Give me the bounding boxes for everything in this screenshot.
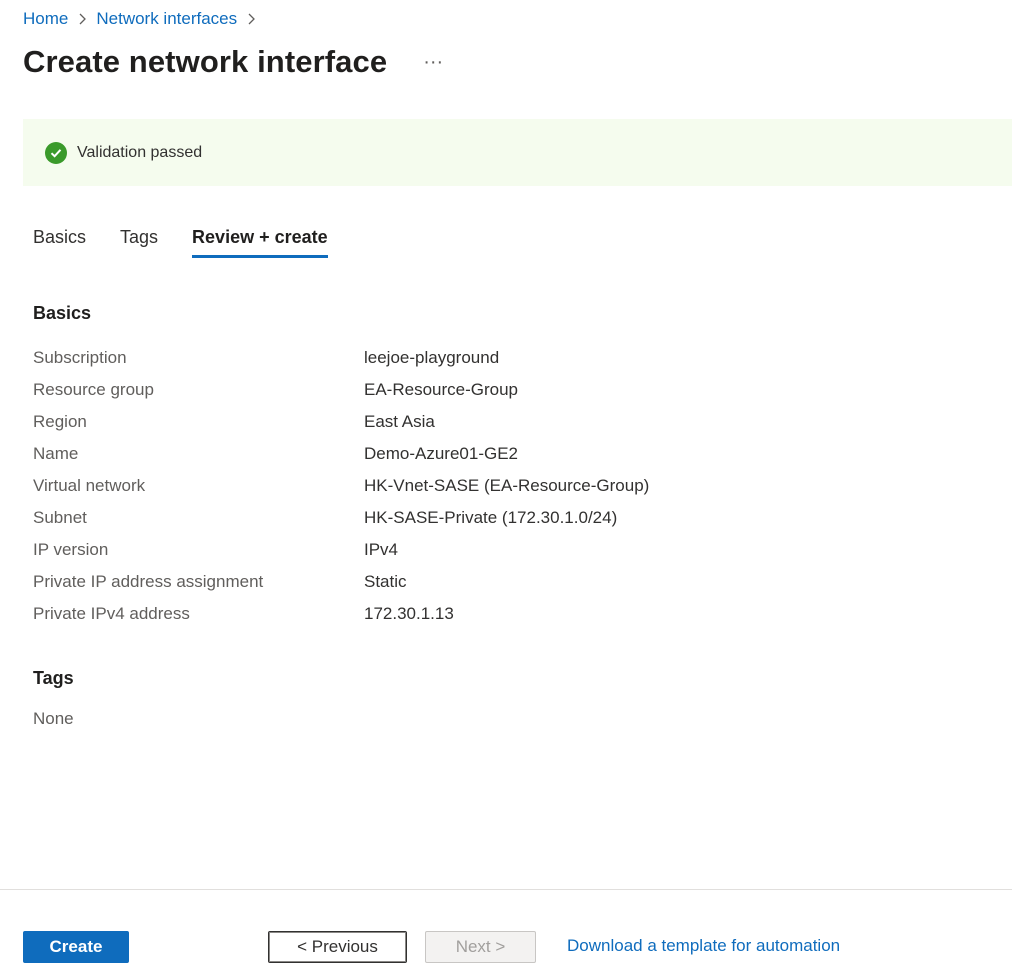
detail-row-private-ipv4: Private IPv4 address 172.30.1.13	[33, 598, 733, 630]
next-button[interactable]: Next >	[425, 931, 536, 963]
detail-row-ip-assignment: Private IP address assignment Static	[33, 566, 733, 598]
detail-value: 172.30.1.13	[364, 604, 454, 623]
checkmark-circle-icon	[45, 141, 67, 164]
detail-label: Region	[33, 412, 87, 431]
detail-row-subnet: Subnet HK-SASE-Private (172.30.1.0/24)	[33, 502, 733, 534]
tab-tags[interactable]: Tags	[120, 227, 158, 258]
validation-message: Validation passed	[77, 143, 203, 161]
detail-value: Static	[364, 572, 407, 591]
basics-details: Subscription leejoe-playground Resource …	[33, 342, 733, 630]
detail-value: IPv4	[364, 540, 399, 559]
tab-basics[interactable]: Basics	[33, 227, 86, 258]
tags-value: None	[33, 709, 74, 728]
detail-row-name: Name Demo-Azure01-GE2	[33, 438, 733, 470]
detail-row-resource-group: Resource group EA-Resource-Group	[33, 374, 733, 406]
breadcrumb-network-interfaces-link[interactable]: Network interfaces	[96, 9, 237, 29]
tab-review-create[interactable]: Review + create	[192, 227, 328, 258]
detail-value: leejoe-playground	[364, 348, 500, 367]
chevron-right-icon	[241, 9, 261, 29]
detail-label: Subscription	[33, 348, 127, 367]
detail-value: HK-SASE-Private (172.30.1.0/24)	[364, 508, 618, 527]
detail-row-region: Region East Asia	[33, 406, 733, 438]
breadcrumb: Home Network interfaces	[23, 9, 265, 29]
basics-section-heading: Basics	[33, 303, 92, 323]
detail-value: Demo-Azure01-GE2	[364, 444, 519, 463]
detail-label: IP version	[33, 540, 109, 559]
chevron-right-icon	[72, 9, 92, 29]
validation-banner: Validation passed	[23, 119, 1012, 186]
detail-value: EA-Resource-Group	[364, 380, 519, 399]
detail-label: Subnet	[33, 508, 87, 527]
page-title: Create network interface	[23, 44, 388, 79]
detail-row-virtual-network: Virtual network HK-Vnet-SASE (EA-Resourc…	[33, 470, 733, 502]
detail-label: Name	[33, 444, 79, 463]
tags-section-heading: Tags	[33, 668, 74, 688]
detail-label: Private IPv4 address	[33, 604, 190, 623]
previous-button[interactable]: < Previous	[268, 931, 407, 963]
download-template-link[interactable]: Download a template for automation	[567, 936, 840, 956]
detail-value: HK-Vnet-SASE (EA-Resource-Group)	[364, 476, 650, 495]
detail-row-ip-version: IP version IPv4	[33, 534, 733, 566]
create-button[interactable]: Create	[23, 931, 129, 963]
footer-divider	[0, 889, 1012, 890]
detail-label: Resource group	[33, 380, 154, 399]
tab-bar: Basics Tags Review + create	[33, 227, 362, 258]
breadcrumb-home-link[interactable]: Home	[23, 9, 68, 29]
detail-value: East Asia	[364, 412, 435, 431]
title-row: Create network interface ···	[23, 44, 447, 80]
detail-row-subscription: Subscription leejoe-playground	[33, 342, 733, 374]
more-options-button[interactable]: ···	[419, 50, 447, 74]
detail-label: Private IP address assignment	[33, 572, 264, 591]
detail-label: Virtual network	[33, 476, 146, 495]
